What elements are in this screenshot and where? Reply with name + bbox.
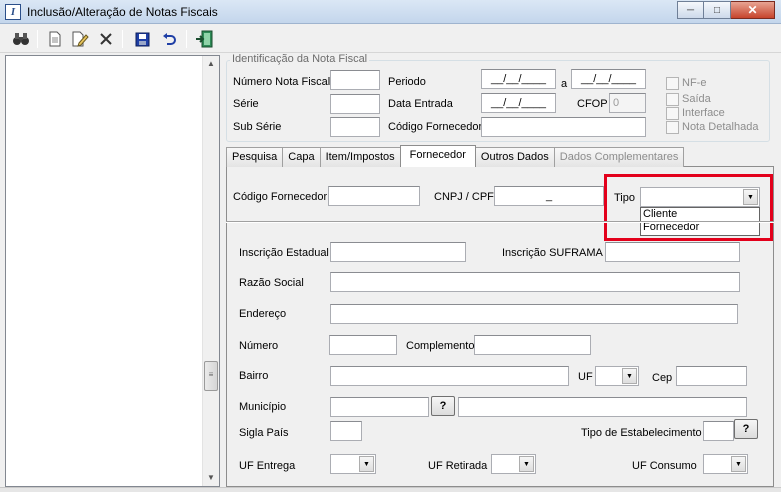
razao-social-label: Razão Social — [239, 277, 304, 289]
periodo-label: Periodo — [388, 76, 426, 88]
tab-item-impostos[interactable]: Item/Impostos — [319, 147, 401, 167]
highlight-box — [604, 174, 773, 241]
tab-dados-complementares[interactable]: Dados Complementares — [553, 147, 685, 167]
uf-retirada-select[interactable]: ▼ — [491, 454, 536, 474]
uf-entrega-select[interactable]: ▼ — [330, 454, 376, 474]
data-entrada-field[interactable]: __/__/____ — [481, 93, 556, 113]
notas-list[interactable]: ▲ ≡ ▼ — [5, 55, 220, 487]
nfe-checkbox[interactable] — [666, 77, 679, 90]
cep-field[interactable] — [676, 366, 747, 386]
uf-select[interactable]: ▼ — [595, 366, 639, 386]
toolbar-separator — [186, 30, 187, 48]
app-icon: I — [5, 4, 21, 20]
razao-social-field[interactable] — [330, 272, 740, 292]
sigla-pais-field[interactable] — [330, 421, 362, 441]
serie-label: Série — [233, 98, 259, 110]
saida-label: Saída — [682, 93, 711, 105]
inscricao-suframa-field[interactable] — [605, 242, 740, 262]
chevron-down-icon[interactable]: ▼ — [359, 456, 374, 472]
window-controls: ─ □ ✕ — [677, 1, 775, 19]
window-title: Inclusão/Alteração de Notas Fiscais — [27, 5, 218, 19]
undo-icon[interactable] — [158, 29, 180, 49]
sub-serie-field[interactable] — [330, 117, 380, 137]
numero-nota-field[interactable] — [330, 70, 380, 90]
tab-pesquisa[interactable]: Pesquisa — [226, 147, 284, 167]
nota-detalhada-checkbox[interactable] — [666, 121, 679, 134]
complemento-field[interactable] — [474, 335, 591, 355]
vertical-scrollbar[interactable]: ▲ ≡ ▼ — [202, 56, 219, 486]
toolbar-separator — [37, 30, 38, 48]
edit-document-icon[interactable] — [69, 29, 91, 49]
periodo-end-field[interactable]: __/__/____ — [571, 69, 646, 89]
chevron-down-icon[interactable]: ▼ — [731, 456, 746, 472]
sub-serie-label: Sub Série — [233, 121, 282, 133]
bairro-label: Bairro — [239, 370, 269, 382]
inscricao-suframa-label: Inscrição SUFRAMA — [502, 247, 603, 259]
codigo-fornecedor-field[interactable] — [328, 186, 420, 206]
panel-divider — [226, 221, 774, 223]
maximize-icon[interactable]: □ — [704, 1, 731, 19]
exit-door-icon[interactable] — [193, 29, 215, 49]
tipo-estabelecimento-lookup-button[interactable]: ? — [734, 419, 758, 439]
cep-label: Cep — [652, 372, 673, 384]
municipio-name-field[interactable] — [458, 397, 747, 417]
numero-nota-label: Número Nota Fiscal — [233, 76, 331, 88]
saida-checkbox[interactable] — [666, 93, 679, 106]
data-entrada-label: Data Entrada — [388, 98, 453, 110]
minimize-icon[interactable]: ─ — [677, 1, 704, 19]
tab-outros-dados[interactable]: Outros Dados — [474, 147, 555, 167]
bairro-field[interactable] — [330, 366, 569, 386]
chevron-down-icon[interactable]: ▼ — [519, 456, 534, 472]
complemento-label: Complemento — [406, 340, 475, 352]
tab-bar: Pesquisa Capa Item/Impostos Fornecedor O… — [226, 145, 685, 167]
serie-field[interactable] — [330, 94, 380, 114]
municipio-lookup-button[interactable]: ? — [431, 396, 455, 416]
interface-checkbox[interactable] — [666, 107, 679, 120]
cnpj-cpf-label: CNPJ / CPF — [434, 191, 494, 203]
toolbar — [0, 25, 781, 53]
save-icon[interactable] — [131, 29, 153, 49]
cnpj-cpf-field[interactable]: _ — [494, 186, 604, 206]
cfop-field[interactable]: 0 — [609, 93, 646, 113]
codigo-fornecedor-label: Código Fornecedor — [233, 191, 328, 203]
codigo-fornecedor-top-label: Código Fornecedor — [388, 121, 483, 133]
scroll-down-icon[interactable]: ▼ — [203, 470, 219, 486]
toolbar-separator — [122, 30, 123, 48]
municipio-label: Município — [239, 401, 287, 413]
interface-label: Interface — [682, 107, 725, 119]
tab-capa[interactable]: Capa — [282, 147, 321, 167]
title-bar: I Inclusão/Alteração de Notas Fiscais ─ … — [0, 0, 781, 24]
delete-icon[interactable] — [95, 29, 117, 49]
scroll-thumb[interactable]: ≡ — [204, 361, 218, 391]
uf-consumo-select[interactable]: ▼ — [703, 454, 748, 474]
sigla-pais-label: Sigla País — [239, 427, 289, 439]
uf-label: UF — [578, 371, 593, 383]
municipio-code-field[interactable] — [330, 397, 429, 417]
periodo-start-field[interactable]: __/__/____ — [481, 69, 556, 89]
numero-label: Número — [239, 340, 279, 352]
endereco-label: Endereço — [239, 308, 287, 320]
codigo-fornecedor-top-field[interactable] — [481, 117, 646, 137]
uf-retirada-label: UF Retirada — [428, 460, 488, 472]
close-icon[interactable]: ✕ — [731, 1, 775, 19]
inscricao-estadual-field[interactable] — [330, 242, 466, 262]
nota-detalhada-label: Nota Detalhada — [682, 121, 759, 133]
new-document-icon[interactable] — [44, 29, 66, 49]
tipo-estabelecimento-label: Tipo de Estabelecimento — [581, 427, 702, 439]
tab-fornecedor[interactable]: Fornecedor — [399, 145, 476, 167]
cfop-label: CFOP — [577, 98, 608, 110]
endereco-field[interactable] — [330, 304, 738, 324]
tipo-estabelecimento-field[interactable] — [703, 421, 734, 441]
status-bar — [0, 487, 781, 492]
binoculars-icon[interactable] — [10, 29, 32, 49]
nfe-label: NF-e — [682, 77, 707, 89]
identificacao-title: Identificação da Nota Fiscal — [230, 53, 370, 65]
uf-entrega-label: UF Entrega — [239, 460, 296, 472]
inscricao-estadual-label: Inscrição Estadual — [239, 247, 329, 259]
periodo-a-label: a — [561, 78, 568, 90]
scroll-up-icon[interactable]: ▲ — [203, 56, 219, 72]
chevron-down-icon[interactable]: ▼ — [622, 368, 637, 384]
uf-consumo-label: UF Consumo — [632, 460, 697, 472]
numero-field[interactable] — [329, 335, 397, 355]
